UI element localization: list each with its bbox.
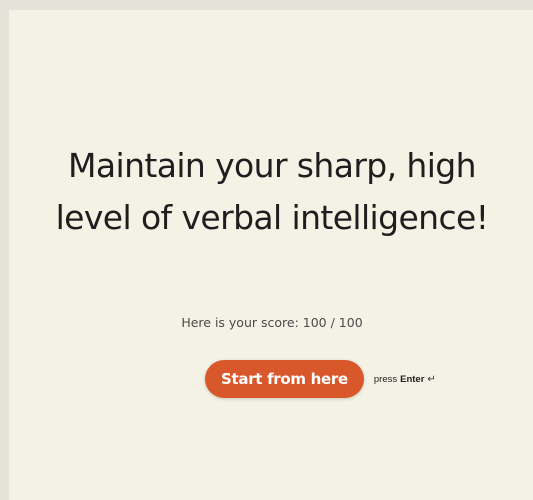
hint-prefix: press bbox=[373, 373, 398, 385]
page-title: Maintain your sharp, high level of verba… bbox=[55, 146, 489, 237]
score-value: 100 / 100 bbox=[302, 315, 363, 330]
start-button[interactable]: Start from here bbox=[205, 360, 364, 398]
result-panel bbox=[9, 10, 533, 500]
cta-row: Start from here press Enter ↵ bbox=[205, 360, 436, 398]
score-label: Here is your score: bbox=[181, 315, 299, 330]
hint-key: Enter bbox=[400, 373, 425, 385]
score-text: Here is your score: 100 / 100 bbox=[52, 315, 492, 330]
keyboard-hint: press Enter ↵ bbox=[374, 374, 436, 385]
enter-return-icon: ↵ bbox=[427, 373, 436, 385]
